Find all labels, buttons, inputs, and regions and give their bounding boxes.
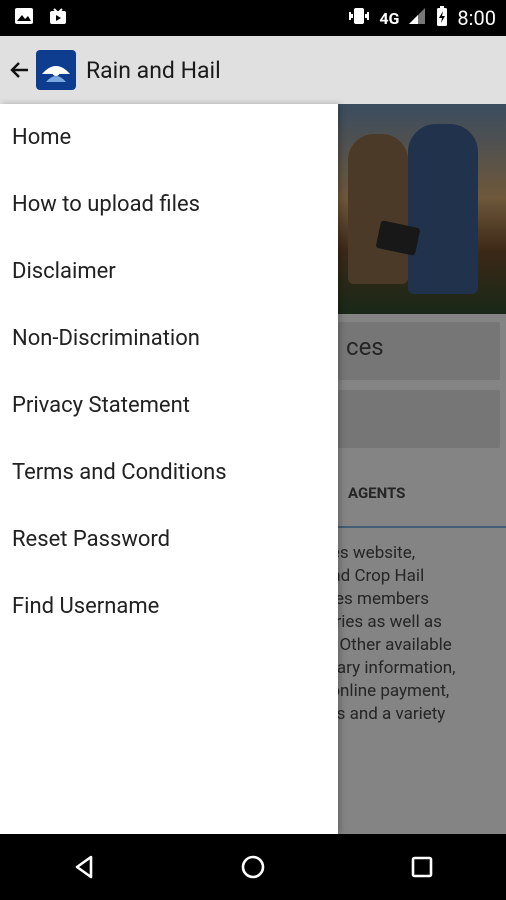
system-navigation-bar <box>0 834 506 900</box>
back-button[interactable] <box>4 54 36 86</box>
drawer-item-find-username[interactable]: Find Username <box>0 573 338 640</box>
drawer-item-how-to-upload-files[interactable]: How to upload files <box>0 171 338 238</box>
back-nav-button[interactable] <box>59 842 109 892</box>
drawer-item-home[interactable]: Home <box>0 104 338 171</box>
drawer-item-reset-password[interactable]: Reset Password <box>0 506 338 573</box>
square-recents-icon <box>411 856 432 878</box>
app-bar: Rain and Hail <box>0 36 506 104</box>
app-logo <box>36 50 76 90</box>
recents-nav-button[interactable] <box>397 842 447 892</box>
app-title: Rain and Hail <box>86 56 221 84</box>
navigation-drawer: Home How to upload files Disclaimer Non-… <box>0 104 338 834</box>
status-bar: 4G 8:00 <box>0 0 506 36</box>
arrow-left-icon <box>10 62 28 78</box>
triangle-back-icon <box>76 855 93 879</box>
signal-icon <box>407 6 427 31</box>
drawer-item-non-discrimination[interactable]: Non-Discrimination <box>0 305 338 372</box>
drawer-item-privacy-statement[interactable]: Privacy Statement <box>0 372 338 439</box>
drawer-menu: Home How to upload files Disclaimer Non-… <box>0 104 338 640</box>
network-type-label: 4G <box>379 8 400 28</box>
rain-and-hail-logo-icon <box>38 52 74 88</box>
clock: 8:00 <box>457 6 496 30</box>
vibrate-icon <box>347 6 371 31</box>
home-nav-button[interactable] <box>228 842 278 892</box>
video-notification-icon <box>48 6 68 30</box>
drawer-item-disclaimer[interactable]: Disclaimer <box>0 238 338 305</box>
image-notification-icon <box>14 7 34 29</box>
battery-charging-icon <box>435 5 449 32</box>
drawer-item-terms-and-conditions[interactable]: Terms and Conditions <box>0 439 338 506</box>
circle-home-icon <box>241 855 265 879</box>
